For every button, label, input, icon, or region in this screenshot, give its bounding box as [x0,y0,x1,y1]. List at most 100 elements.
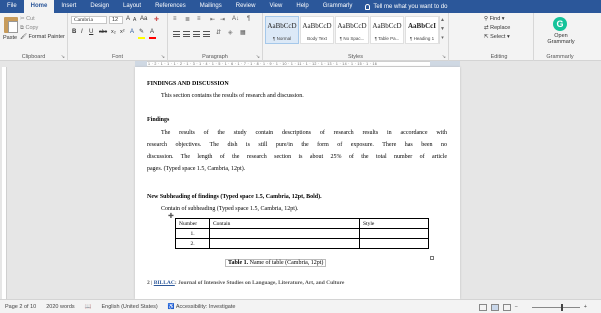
align-center-icon[interactable] [183,31,190,37]
paragraph-launcher-icon[interactable]: ↘ [256,54,260,60]
language-indicator[interactable]: English (United States) [102,304,158,310]
web-layout-icon[interactable] [502,303,511,311]
clear-formatting-icon[interactable]: ✚ [154,16,159,23]
shading-icon[interactable]: ◈ [228,29,233,36]
grow-font-button[interactable]: A [126,16,130,22]
table-header-cell[interactable]: Style [359,218,429,229]
numbering-icon[interactable]: ≣ [185,16,190,23]
tab-insert[interactable]: Insert [54,0,83,13]
table-cell[interactable]: 1. [175,228,210,239]
superscript-button[interactable]: x² [120,29,125,35]
proofing-icon[interactable]: 📖 [85,304,92,310]
justify-icon[interactable] [203,31,210,37]
line-spacing-icon[interactable]: ⇵ [216,29,221,36]
subscript-button[interactable]: x₂ [111,29,116,35]
document-page[interactable]: FINDINGS AND DISCUSSION This section con… [135,67,460,299]
footer-journal-title: : Journal of Intensive Studies on Langua… [174,280,345,286]
align-right-icon[interactable] [193,31,200,37]
tab-layout[interactable]: Layout [116,0,148,13]
tab-review[interactable]: Review [229,0,263,13]
styles-group-label: Styles [348,54,363,60]
format-painter-button[interactable]: 🖌 Format Painter [20,34,65,40]
increase-indent-icon[interactable]: ⇥ [220,16,225,23]
tell-me-search[interactable]: Tell me what you want to do [359,3,447,10]
styles-scroll[interactable]: ▲ ▼ ▾ [439,16,445,44]
word-count[interactable]: 2020 words [46,304,74,310]
paste-button[interactable]: Paste [3,35,17,41]
borders-icon[interactable]: ▦ [240,29,246,36]
grammarly-group: G Open Grammarly Grammarly [534,13,601,61]
replace-label: Replace [490,25,511,31]
font-size-box[interactable]: 12 [109,16,123,24]
clipboard-launcher-icon[interactable]: ↘ [61,54,65,60]
table-cell[interactable] [359,238,429,249]
table-cell[interactable] [359,228,429,239]
tab-mailings[interactable]: Mailings [193,0,229,13]
findings-table[interactable]: Number Contain Style 1. 2. [175,218,429,249]
tab-view[interactable]: View [262,0,289,13]
tab-design[interactable]: Design [83,0,116,13]
decrease-indent-icon[interactable]: ⇤ [210,16,215,23]
change-case-button[interactable]: Aa [140,16,147,22]
paste-icon[interactable] [4,17,18,33]
tab-help[interactable]: Help [289,0,315,13]
text-effects-button[interactable]: A [130,29,134,35]
select-button[interactable]: ⇱ Select ▾ [484,34,510,40]
strikethrough-button[interactable]: abc [99,29,107,35]
find-button[interactable]: ⚲ Find ▾ [484,16,505,22]
style-name: ¶ Table Pa... [374,36,400,41]
table-resize-handle[interactable] [430,256,434,260]
sort-button[interactable]: A↓ [232,16,239,22]
table-move-handle-icon[interactable]: ✚ [168,212,174,220]
read-mode-icon[interactable] [478,303,487,311]
multilevel-list-icon[interactable]: ≡ [197,16,201,22]
tab-file[interactable]: File [0,0,24,13]
tab-home[interactable]: Home [23,0,55,13]
table-row: 1. [175,228,429,239]
bullets-icon[interactable]: ≡ [173,16,177,22]
zoom-slider-thumb[interactable] [560,303,563,311]
zoom-controls: − + [478,302,597,312]
align-left-icon[interactable] [173,31,180,37]
style-body-text[interactable]: AaBbCcD Body Text [300,16,334,44]
tab-references[interactable]: References [148,0,193,13]
table-cell[interactable] [209,228,360,239]
shrink-font-button[interactable]: A [133,17,136,23]
tab-grammarly[interactable]: Grammarly [316,0,360,13]
style-no-spacing[interactable]: AaBbCcD ¶ No Spac... [335,16,369,44]
table-cell[interactable] [209,238,360,249]
underline-button[interactable]: U [89,29,93,35]
open-grammarly-button[interactable]: Open Grammarly [546,33,576,45]
style-heading-1[interactable]: AaBbCcI ¶ Heading 1 [405,16,439,44]
show-formatting-button[interactable]: ¶ [247,16,250,22]
table-cell[interactable]: 2. [175,238,210,249]
footer-journal-link[interactable]: BILLAC [154,280,175,286]
cut-button[interactable]: ✂ Cut [20,16,35,22]
zoom-out-icon[interactable]: − [515,304,518,310]
footer-page-number: 2 | [147,280,153,286]
status-bar: Page 2 of 10 2020 words 📖 English (Unite… [0,299,601,313]
grammarly-group-label: Grammarly [546,54,574,60]
styles-launcher-icon[interactable]: ↘ [442,54,446,60]
style-normal[interactable]: AaBbCcD ¶ Normal [265,16,299,44]
print-layout-icon[interactable] [490,303,499,311]
page-count[interactable]: Page 2 of 10 [5,304,36,310]
replace-button[interactable]: ⇄ Replace [484,25,510,31]
copy-button[interactable]: ⧉ Copy [20,25,38,32]
ribbon-tab-bar: File Home Insert Design Layout Reference… [0,0,601,13]
paragraph-line: The results of the study contain descrip… [161,130,447,136]
italic-button[interactable]: I [81,29,83,35]
bold-button[interactable]: B [72,29,76,35]
zoom-slider[interactable] [531,303,580,311]
table-header-cell[interactable]: Contain [209,218,360,229]
highlight-color-button[interactable]: ✎ [139,28,144,35]
zoom-in-icon[interactable]: + [584,304,587,310]
accessibility-status[interactable]: ♿ Accessibility: Investigate [168,304,246,310]
table-header-cell[interactable]: Number [175,218,210,229]
grammarly-logo-icon[interactable]: G [553,17,567,31]
font-color-button[interactable]: A [150,29,154,35]
vertical-ruler[interactable] [0,67,8,299]
font-name-box[interactable]: Cambria [71,16,107,24]
style-table-paragraph[interactable]: AaBbCcD ¶ Table Pa... [370,16,404,44]
font-launcher-icon[interactable]: ↘ [161,54,165,60]
